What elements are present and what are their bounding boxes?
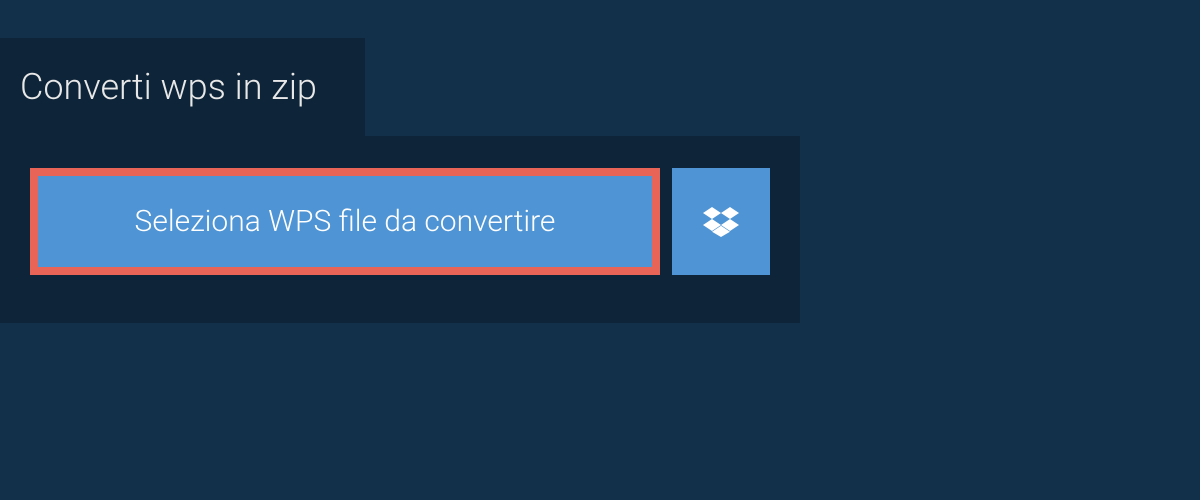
tab-header: Converti wps in zip <box>0 38 365 136</box>
dropbox-icon <box>703 204 739 240</box>
dropbox-button[interactable] <box>672 168 770 275</box>
upload-panel: Seleziona WPS file da convertire <box>0 136 800 323</box>
button-row: Seleziona WPS file da convertire <box>30 168 770 275</box>
select-file-label: Seleziona WPS file da convertire <box>135 204 556 239</box>
select-file-button[interactable]: Seleziona WPS file da convertire <box>30 168 660 275</box>
page-title: Converti wps in zip <box>20 66 317 108</box>
